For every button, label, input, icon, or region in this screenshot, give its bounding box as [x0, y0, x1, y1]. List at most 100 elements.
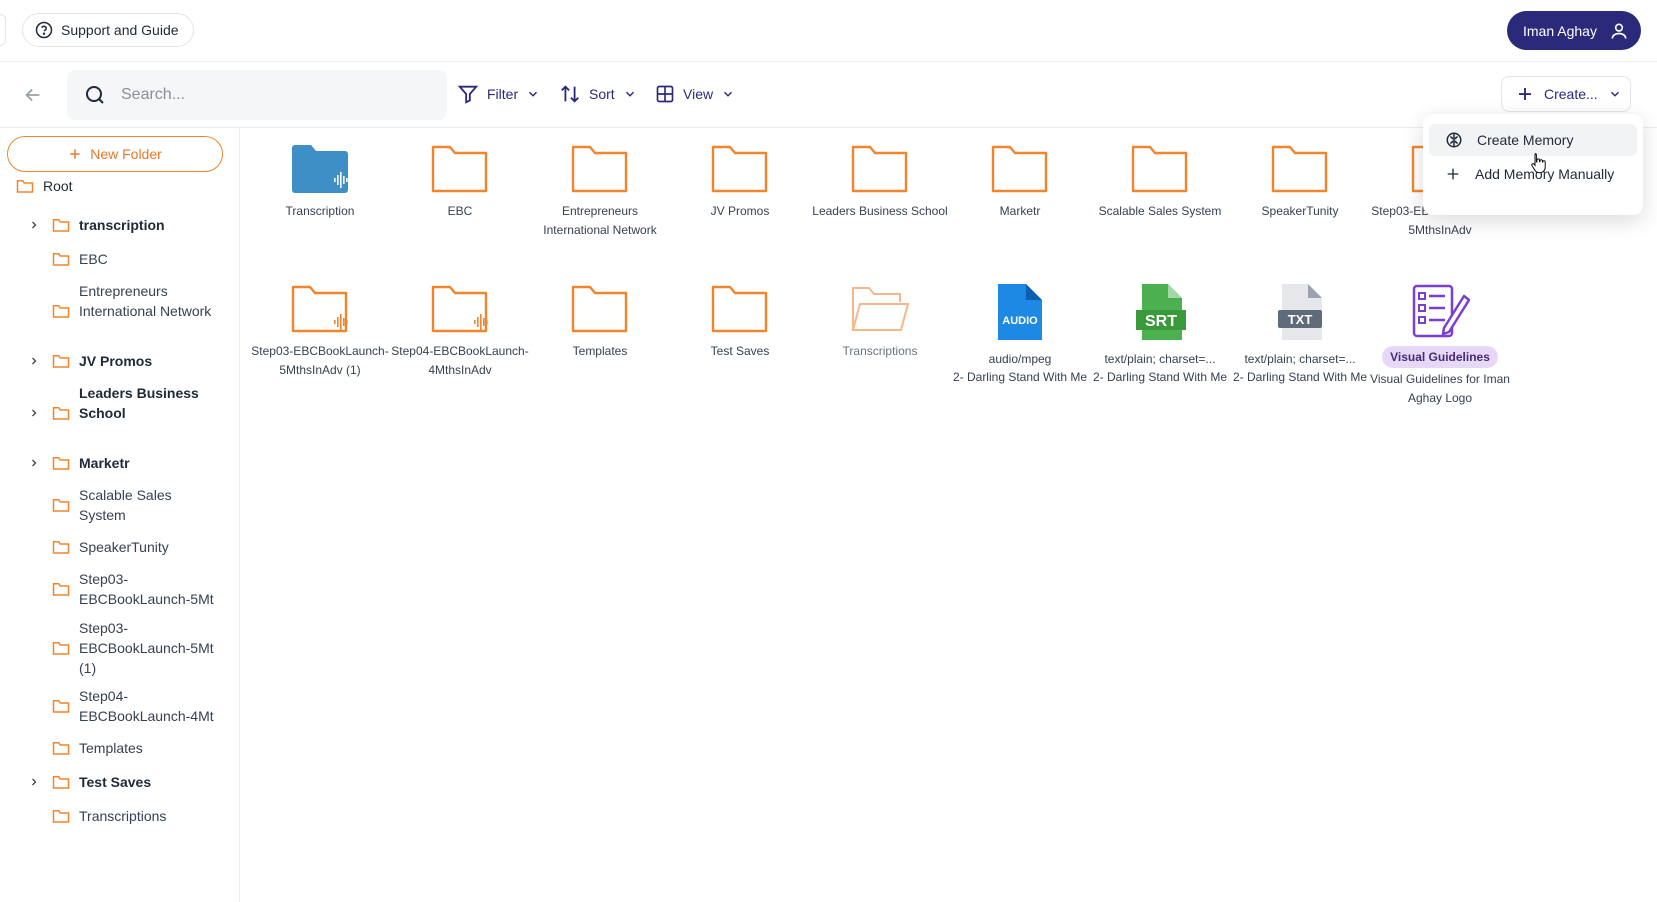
chevron-right-icon[interactable]	[28, 219, 40, 231]
tree-item-label: SpeakerTunity	[79, 539, 169, 555]
sort-label: Sort	[589, 86, 615, 102]
grid-view-icon	[656, 85, 674, 103]
folder-icon	[52, 499, 70, 512]
tree-item-label: Leaders Business School	[79, 385, 199, 421]
folder-icon	[711, 285, 768, 333]
item-name: EBC	[447, 204, 473, 218]
sidebar-tree-item[interactable]: JV Promos	[0, 351, 240, 371]
view-label: View	[683, 86, 714, 102]
sidebar-tree-item[interactable]: Leaders Business School	[0, 383, 240, 443]
item-name: Entrepreneurs International Network	[543, 204, 657, 237]
folder-card[interactable]: SpeakerTunity	[1230, 142, 1370, 221]
sort-button[interactable]: Sort	[559, 80, 637, 108]
chevron-down-icon	[724, 91, 733, 97]
root-label: Root	[43, 178, 73, 194]
sidebar-tree-item[interactable]: transcription	[0, 215, 240, 235]
item-name: Leaders Business School	[812, 204, 948, 218]
folder-icon	[991, 145, 1048, 193]
sidebar-tree-item[interactable]: Test Saves	[0, 772, 240, 792]
txt-file-icon: TXT	[1278, 284, 1322, 340]
chevron-right-icon[interactable]	[28, 457, 40, 469]
folder-card[interactable]: Entrepreneurs International Network	[530, 142, 670, 240]
sidebar-tree-item[interactable]: Entrepreneurs International Network	[0, 281, 240, 341]
audio-folder-icon	[292, 145, 348, 193]
sidebar-tree-item[interactable]: SpeakerTunity	[0, 537, 240, 557]
tree-item-label: EBC	[79, 251, 108, 267]
folder-icon	[52, 642, 70, 655]
sidebar-tree-item[interactable]: Marketr	[0, 453, 240, 473]
support-guide-button[interactable]: Support and Guide	[22, 13, 194, 47]
sort-icon	[561, 85, 579, 103]
chevron-right-icon[interactable]	[28, 407, 40, 419]
item-name: Scalable Sales System	[1098, 204, 1222, 218]
folder-icon	[52, 776, 70, 789]
folder-icon	[571, 145, 628, 193]
tree-item-label: Step04-EBCBookLaunch-4Mt	[79, 688, 214, 724]
folder-card[interactable]: Transcriptions	[810, 282, 950, 361]
folder-card[interactable]: Transcription	[250, 142, 390, 221]
tree-item-label: Step03-EBCBookLaunch-5Mt	[79, 571, 214, 607]
chevron-right-icon[interactable]	[28, 355, 40, 367]
tree-item-label: Scalable Sales System	[79, 487, 172, 523]
sidebar-tree-item[interactable]: Step03-EBCBookLaunch-5Mt (1)	[0, 618, 240, 678]
create-memory-label: Create Memory	[1477, 132, 1574, 148]
back-arrow-icon[interactable]	[22, 84, 44, 106]
tree-item-label: Transcriptions	[79, 808, 167, 824]
category-badge: Visual Guidelines	[1382, 346, 1498, 368]
item-name: JV Promos	[710, 204, 770, 218]
srt-file-icon: SRT	[1136, 284, 1186, 340]
search-box[interactable]	[67, 70, 447, 120]
sidebar-tree-item[interactable]: Templates	[0, 738, 240, 758]
folder-icon	[52, 742, 70, 755]
chevron-right-icon[interactable]	[28, 776, 40, 788]
item-name: 2- Darling Stand With Me	[1232, 370, 1368, 384]
sidebar-tree-item[interactable]: Transcriptions	[0, 806, 240, 826]
file-card[interactable]: Visual Guidelines Visual Guidelines for I…	[1370, 282, 1510, 408]
new-folder-label: New Folder	[90, 146, 162, 162]
sidebar-tree-item[interactable]: Step04-EBCBookLaunch-4Mt	[0, 686, 240, 726]
folder-icon	[16, 180, 34, 193]
folder-card[interactable]: Test Saves	[670, 282, 810, 361]
chevron-down-icon	[529, 91, 538, 97]
chevron-down-icon	[625, 91, 634, 97]
sidebar-tree-item[interactable]: Scalable Sales System	[0, 485, 240, 525]
file-mime-type: text/plain; charset=...	[1244, 352, 1356, 366]
audio-file-icon: AUDIO	[998, 284, 1042, 340]
folder-icon	[52, 541, 70, 554]
user-menu-button[interactable]: Iman Aghay	[1507, 11, 1641, 50]
item-name: SpeakerTunity	[1261, 204, 1339, 218]
folder-card[interactable]: Marketr	[950, 142, 1090, 221]
folder-card[interactable]: Step03-EBCBookLaunch-5MthsInAdv (1)	[250, 282, 390, 380]
search-input[interactable]	[121, 86, 401, 104]
folder-card[interactable]: Leaders Business School	[810, 142, 950, 221]
file-card[interactable]: TXT text/plain; charset=... 2- Darling Sta…	[1230, 282, 1370, 387]
create-dropdown-button[interactable]: Create...	[1501, 76, 1631, 112]
folder-card[interactable]: Scalable Sales System	[1090, 142, 1230, 221]
folder-icon	[52, 810, 70, 823]
file-card[interactable]: SRT text/plain; charset=... 2- Darling Sta…	[1090, 282, 1230, 387]
folder-card[interactable]: JV Promos	[670, 142, 810, 221]
tree-root[interactable]: Root	[16, 178, 73, 194]
file-card[interactable]: AUDIO audio/mpeg 2- Darling Stand With Me	[950, 282, 1090, 387]
open-folder-icon	[851, 287, 910, 331]
folder-icon	[52, 219, 70, 232]
view-button[interactable]: View	[655, 80, 735, 108]
folder-icon	[52, 355, 70, 368]
sidebar-tree-item[interactable]: EBC	[0, 249, 240, 269]
folder-card[interactable]: Templates	[530, 282, 670, 361]
filter-button[interactable]: Filter	[457, 80, 540, 108]
item-name: Templates	[572, 344, 628, 358]
sidebar-tree-item[interactable]: Step03-EBCBookLaunch-5Mt	[0, 569, 240, 609]
folder-icon	[711, 145, 768, 193]
folder-card[interactable]: EBC	[390, 142, 530, 221]
brain-icon	[1446, 132, 1462, 148]
file-icon-text: AUDIO	[1002, 315, 1038, 327]
guidelines-checklist-icon	[1412, 284, 1470, 338]
tree-item-label: Step03-EBCBookLaunch-5Mt (1)	[79, 620, 214, 676]
item-name: Marketr	[999, 204, 1041, 218]
folder-card[interactable]: Step04-EBCBookLaunch-4MthsInAdv	[390, 282, 530, 380]
chevron-down-icon	[1610, 91, 1619, 97]
folder-tree-sidebar: New Folder Root transcription EBC Entrepre…	[0, 128, 240, 902]
collapsed-panel-edge[interactable]	[0, 14, 6, 46]
new-folder-button[interactable]: New Folder	[7, 136, 223, 172]
